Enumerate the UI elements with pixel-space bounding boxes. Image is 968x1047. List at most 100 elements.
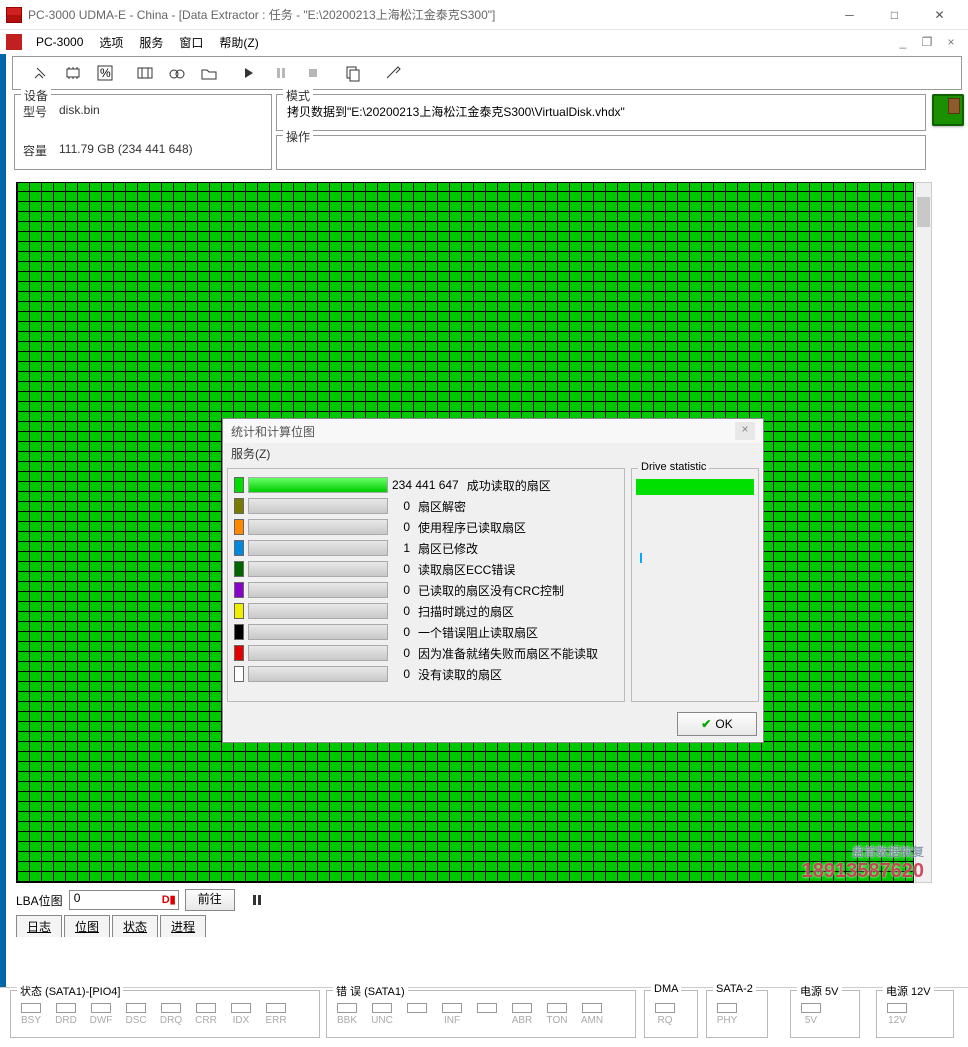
menu-app-icon (6, 34, 22, 50)
led-box (717, 1003, 737, 1013)
led-box (231, 1003, 251, 1013)
mode-value: 拷贝数据到"E:\20200213上海松江金泰克S300\VirtualDisk… (285, 99, 917, 124)
status-group-sata2: SATA-2 PHY (706, 990, 768, 1038)
stat-color-swatch (234, 477, 244, 493)
vertical-scrollbar[interactable] (915, 182, 932, 883)
tool-chip-icon[interactable] (59, 60, 87, 86)
close-button[interactable]: ✕ (917, 1, 962, 29)
stat-label: 成功读取的扇区 (467, 477, 618, 494)
led-label: TON (547, 1015, 568, 1026)
svg-text:%: % (100, 66, 111, 80)
stat-value: 0 (392, 604, 410, 618)
mdi-minimize-button[interactable]: _ (892, 33, 914, 51)
stat-value: 0 (392, 667, 410, 681)
stat-bar (248, 624, 388, 640)
drive-statistic-box: Drive statistic (631, 468, 759, 702)
status-led: RQ (649, 1003, 681, 1026)
bottom-tabs: 日志 位图 状态 进程 (16, 915, 206, 937)
dialog-title: 统计和计算位图 (231, 423, 735, 440)
lba-input[interactable]: 0D▮ (69, 890, 179, 910)
nav-row: LBA位图 0D▮ 前往 排列 (16, 887, 928, 913)
error-label: 错 误 (SATA1) (333, 983, 408, 999)
led-label: DRQ (160, 1015, 182, 1026)
led-box (801, 1003, 821, 1013)
dialog-close-button[interactable]: × (735, 422, 755, 440)
led-box (337, 1003, 357, 1013)
tool-folder-icon[interactable] (195, 60, 223, 86)
tab-bitmap[interactable]: 位图 (64, 915, 110, 937)
tab-log[interactable]: 日志 (16, 915, 62, 937)
nav-pause-icon[interactable] (243, 887, 271, 913)
led-label: DSC (125, 1015, 146, 1026)
tool-map-icon[interactable] (131, 60, 159, 86)
tool-drill-icon[interactable] (379, 60, 407, 86)
led-label: DWF (90, 1015, 113, 1026)
led-label: AMN (581, 1015, 603, 1026)
menu-window[interactable]: 窗口 (171, 32, 211, 53)
stat-value: 0 (392, 499, 410, 513)
app-icon (6, 7, 22, 23)
led-box (582, 1003, 602, 1013)
tool-pause-icon[interactable] (267, 60, 295, 86)
scrollbar-thumb[interactable] (917, 197, 930, 227)
stat-row: 234 441 647 成功读取的扇区 (234, 475, 618, 495)
status-led: DWF (85, 1003, 117, 1026)
status-led (401, 1003, 433, 1026)
tool-copy-icon[interactable] (339, 60, 367, 86)
mode-legend: 模式 (283, 87, 313, 104)
stat-row: 0 使用程序已读取扇区 (234, 517, 618, 537)
led-box (512, 1003, 532, 1013)
stat-label: 扇区已修改 (418, 540, 618, 557)
tab-process[interactable]: 进程 (160, 915, 206, 937)
stat-bar (248, 645, 388, 661)
goto-button[interactable]: 前往 (185, 889, 235, 911)
stat-row: 1 扇区已修改 (234, 538, 618, 558)
tool-settings-icon[interactable] (27, 60, 55, 86)
menu-help[interactable]: 帮助(Z) (211, 32, 266, 53)
led-box (547, 1003, 567, 1013)
stat-row: 0 扫描时跳过的扇区 (234, 601, 618, 621)
pwr5-label: 电源 5V (797, 983, 842, 999)
menu-service[interactable]: 服务 (131, 32, 171, 53)
status-led: BBK (331, 1003, 363, 1026)
stat-bar (248, 540, 388, 556)
window-title: PC-3000 UDMA-E - China - [Data Extractor… (28, 6, 827, 23)
led-label: UNC (371, 1015, 393, 1026)
status-led: INF (436, 1003, 468, 1026)
ok-label: OK (715, 717, 732, 731)
mdi-restore-button[interactable]: ❐ (916, 33, 938, 51)
led-label: PHY (717, 1015, 738, 1026)
stat-label: 因为准备就绪失败而扇区不能读取 (418, 645, 618, 662)
stat-color-swatch (234, 666, 244, 682)
drive-statistic-bar (636, 479, 754, 495)
sort-button[interactable]: 排列 (878, 889, 928, 911)
menu-options[interactable]: 选项 (91, 32, 131, 53)
drive-statistic-tick (640, 553, 642, 563)
stat-color-swatch (234, 540, 244, 556)
stat-color-swatch (234, 603, 244, 619)
tool-stop-icon[interactable] (299, 60, 327, 86)
stat-label: 一个错误阻止读取扇区 (418, 624, 618, 641)
maximize-button[interactable]: □ (872, 1, 917, 29)
tool-binoculars-icon[interactable] (163, 60, 191, 86)
stat-row: 0 一个错误阻止读取扇区 (234, 622, 618, 642)
led-box (161, 1003, 181, 1013)
status-group-pwr5: 电源 5V 5V (790, 990, 860, 1038)
dialog-titlebar[interactable]: 统计和计算位图 × (223, 419, 763, 443)
status-led: DRQ (155, 1003, 187, 1026)
tool-play-icon[interactable] (235, 60, 263, 86)
stat-color-swatch (234, 498, 244, 514)
drive-statistic-label: Drive statistic (638, 461, 709, 473)
menu-app[interactable]: PC-3000 (28, 33, 91, 51)
side-disk-button[interactable] (932, 94, 964, 126)
minimize-button[interactable]: ─ (827, 1, 872, 29)
mdi-close-button[interactable]: × (940, 33, 962, 51)
led-label: 12V (888, 1015, 906, 1026)
tab-status[interactable]: 状态 (112, 915, 158, 937)
operation-legend: 操作 (283, 128, 313, 145)
ok-button[interactable]: ✔OK (677, 712, 757, 736)
tool-percent-icon[interactable]: % (91, 60, 119, 86)
stat-value: 1 (392, 541, 410, 555)
lba-mode-icon[interactable]: D▮ (162, 893, 176, 906)
led-label: DRD (55, 1015, 77, 1026)
